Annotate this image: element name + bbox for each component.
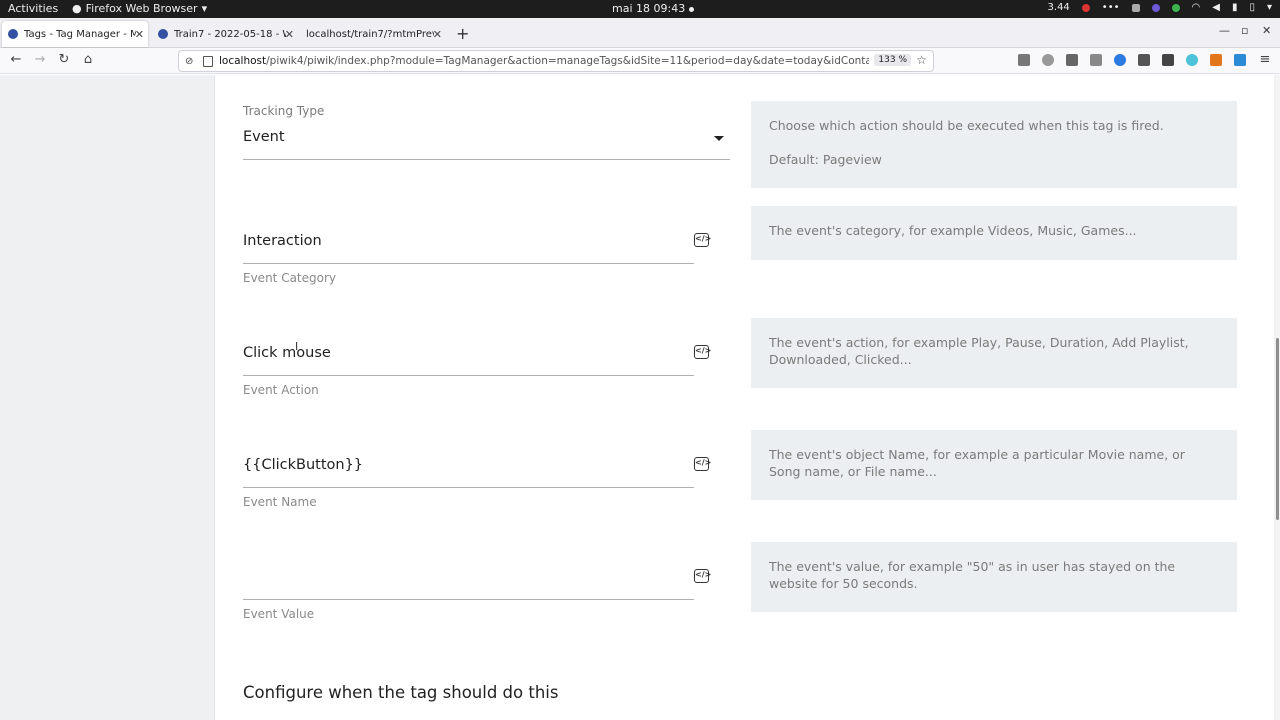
event-name-underline [243,487,694,488]
matomo-favicon-icon [8,29,18,39]
variable-picker-icon[interactable]: </> [694,233,711,247]
power-icon: ▾ [1266,2,1272,13]
app-menu[interactable]: ● Firefox Web Browser ▾ [72,2,207,15]
system-top-bar: Activities ● Firefox Web Browser ▾ mai 1… [0,0,1280,18]
navigation-bar: ← → ↻ ⌂ ⊘ localhost/piwik4/piwik/index.p… [0,48,1280,74]
close-window-icon[interactable]: ✕ [1262,24,1271,37]
forward-icon[interactable]: → [31,52,49,67]
drive-icon [1131,3,1140,12]
event-value-label: Event Value [243,607,315,621]
app-menu-label: Firefox Web Browser [85,2,198,15]
event-action-help: The event's action, for example Play, Pa… [751,318,1237,388]
variable-picker-icon[interactable]: </> [694,569,711,583]
url-text[interactable]: localhost/piwik4/piwik/index.php?module=… [219,55,869,67]
tab-tag-manager[interactable]: Tags - Tag Manager - Mat ✕ [2,21,148,47]
left-sidebar [0,75,214,720]
library-icon[interactable] [1066,54,1078,66]
battery-icon: ▯ [1249,2,1255,13]
minimize-icon[interactable]: — [1219,24,1230,37]
extension-blue-icon[interactable] [1114,54,1126,66]
event-action-label: Event Action [243,383,319,397]
address-bar[interactable]: ⊘ localhost/piwik4/piwik/index.php?modul… [178,50,934,72]
page-info-icon[interactable] [203,55,213,67]
activities-button[interactable]: Activities [8,2,58,15]
event-category-input[interactable]: Interaction [243,233,322,249]
event-category-help: The event's category, for example Videos… [751,206,1237,260]
tracking-type-label: Tracking Type [243,104,325,118]
status-icon [1081,3,1090,12]
close-icon[interactable]: ✕ [135,28,144,41]
reload-icon[interactable]: ↻ [55,52,73,67]
event-name-input[interactable]: {{ClickButton}} [243,457,363,473]
network-speed: 3.44 [1047,2,1070,13]
metamask-icon[interactable] [1210,54,1222,66]
extension-icon[interactable] [1018,54,1030,66]
close-icon[interactable]: ✕ [433,28,442,41]
tab-train7[interactable]: Train7 - 2022-05-18 - We ✕ [152,21,298,47]
event-action-underline [243,375,694,376]
extension-sync-icon[interactable] [1234,54,1246,66]
firefox-icon: ● [72,2,82,15]
event-name-label: Event Name [243,495,317,509]
sidebar-icon[interactable] [1090,54,1102,66]
extension-cyan-icon[interactable] [1186,54,1198,66]
tracking-type-select[interactable]: Event [243,129,285,145]
chevron-down-icon: ▾ [201,2,208,15]
home-icon[interactable]: ⌂ [79,52,97,67]
tracking-type-underline [243,159,730,160]
system-tray[interactable]: 3.44 ••• ◠ ◀ ▮ ▯ ▾ [1048,2,1272,13]
text-cursor-icon: I [295,340,299,353]
extension-icon [1151,3,1160,12]
matomo-favicon-icon [158,29,168,39]
mic-icon: ▮ [1231,2,1238,13]
trigger-section-title: Configure when the tag should do this [243,683,559,702]
tab-localhost-preview[interactable]: localhost/train7/?mtmPrevie ✕ [300,21,446,47]
new-tab-button[interactable]: + [456,24,469,43]
more-icon: ••• [1101,2,1120,13]
event-value-underline [243,599,694,600]
volume-icon: ◀ [1212,2,1220,13]
qr-extension-icon[interactable] [1162,54,1174,66]
variable-picker-icon[interactable]: </> [694,345,711,359]
bookmark-star-icon[interactable]: ☆ [916,53,927,67]
event-name-help: The event's object Name, for example a p… [751,430,1237,500]
clock[interactable]: mai 18 09:43 [612,2,694,15]
menu-icon[interactable]: ≡ [1256,52,1274,67]
zoom-level[interactable]: 133 % [874,54,911,66]
pocket-icon[interactable] [1042,54,1054,66]
variable-picker-icon[interactable]: </> [694,457,711,471]
tracking-protection-icon[interactable]: ⊘ [185,56,197,67]
event-category-label: Event Category [243,271,337,285]
chevron-down-icon[interactable] [714,136,724,141]
wifi-icon: ◠ [1191,2,1201,13]
back-icon[interactable]: ← [7,52,25,67]
event-action-input[interactable]: Click mouse [243,345,331,361]
event-value-help: The event's value, for example "50" as i… [751,542,1237,612]
event-category-underline [243,263,694,264]
tracking-type-help: Choose which action should be executed w… [751,101,1237,188]
close-icon[interactable]: ✕ [285,28,294,41]
maximize-icon[interactable]: ▫ [1241,24,1248,37]
tab-strip: Tags - Tag Manager - Mat ✕ Train7 - 2022… [0,18,1280,48]
check-icon [1171,3,1180,12]
scrollbar-thumb[interactable] [1276,338,1279,520]
shield-extension-icon[interactable] [1138,54,1150,66]
